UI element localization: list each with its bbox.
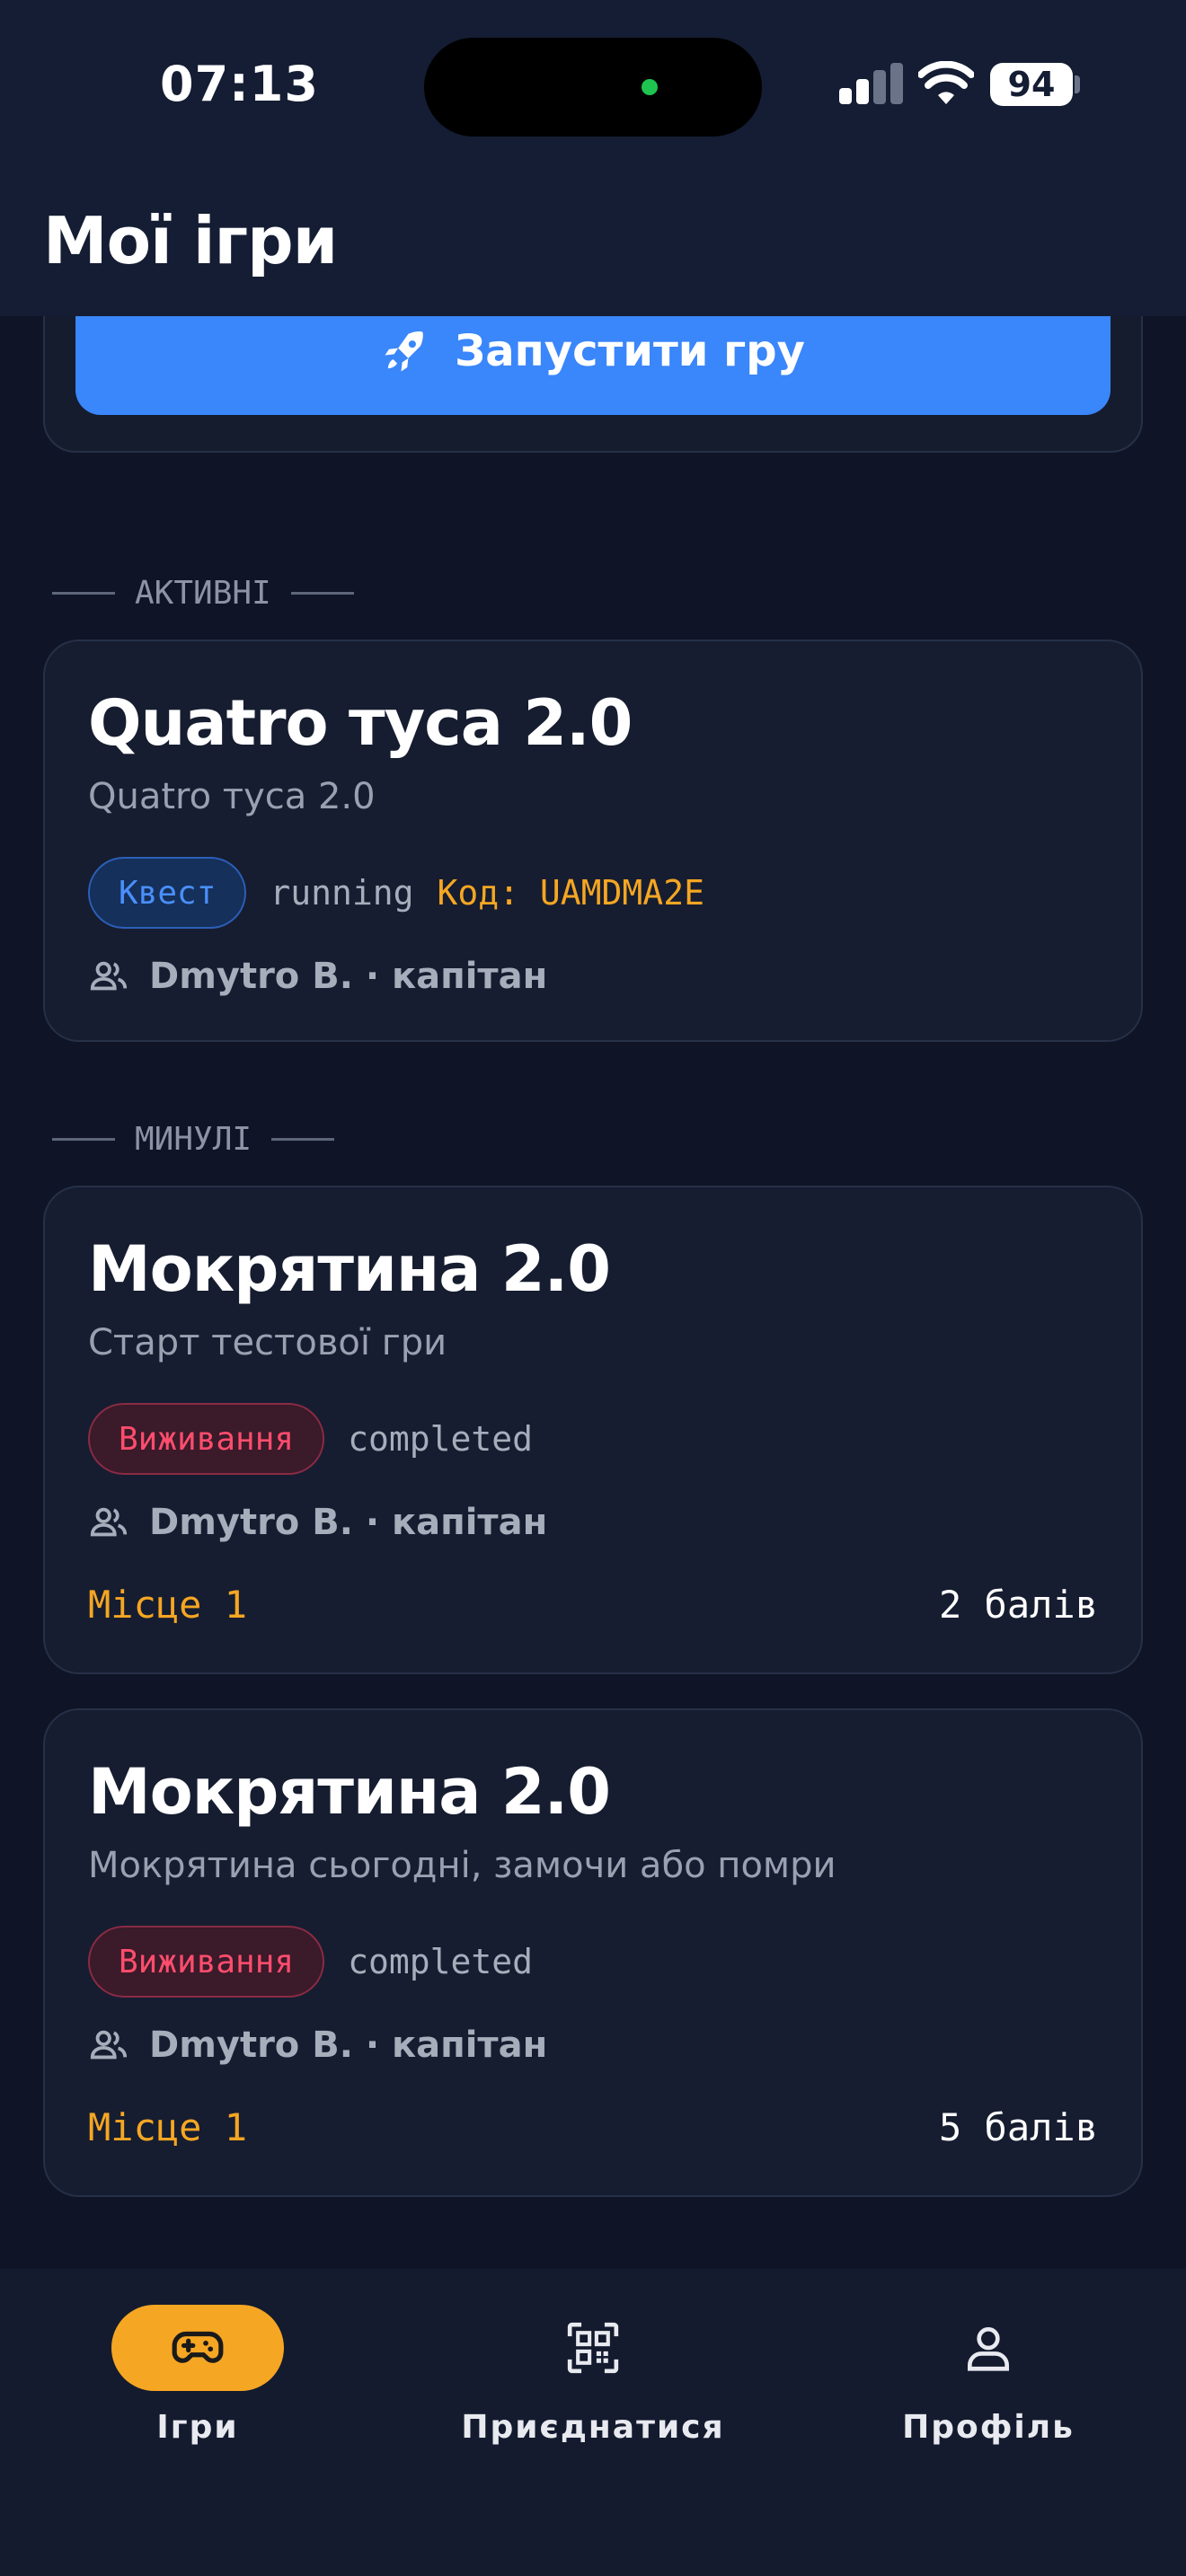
game-type-badge: Виживання xyxy=(88,1403,325,1475)
nav-active-pill xyxy=(111,2305,284,2391)
game-meta-row: Виживання completed xyxy=(88,1926,533,1998)
team-label: Dmytro B. · капітан xyxy=(149,1502,548,1543)
launch-game-label: Запустити гру xyxy=(455,326,805,376)
game-meta-row: Квест running Код: UAMDMA2E xyxy=(88,857,704,929)
game-card-past-1[interactable]: Мокрятина 2.0 Старт тестової гри Виживан… xyxy=(43,1186,1143,1674)
game-status: completed xyxy=(348,1419,533,1459)
bottom-navigation: Ігри Приєднатися Профіль xyxy=(0,2269,1186,2576)
nav-label-profile: Профіль xyxy=(902,2409,1075,2446)
qr-code-icon xyxy=(567,2322,619,2374)
nav-item-games[interactable]: Ігри xyxy=(45,2305,350,2466)
battery-icon xyxy=(1075,75,1080,93)
divider xyxy=(52,1138,115,1141)
battery-level: 94 xyxy=(990,63,1073,106)
gamepad-icon xyxy=(172,2331,224,2363)
wifi-icon xyxy=(918,61,974,104)
user-icon xyxy=(968,2327,1009,2371)
game-title: Quatro туса 2.0 xyxy=(88,686,633,760)
game-subtitle: Старт тестової гри xyxy=(88,1322,447,1363)
team-icon xyxy=(90,2030,128,2060)
section-title-active: АКТИВНІ xyxy=(135,575,271,612)
section-header-past: МИНУЛІ xyxy=(52,1121,335,1158)
game-code: Код: UAMDMA2E xyxy=(437,873,704,913)
nav-label-games: Ігри xyxy=(156,2409,239,2446)
divider xyxy=(290,592,354,595)
game-title: Мокрятина 2.0 xyxy=(88,1232,611,1306)
team-row: Dmytro B. · капітан xyxy=(88,954,547,999)
rocket-icon xyxy=(385,331,423,372)
divider xyxy=(52,592,115,595)
nav-icon-container xyxy=(507,2305,679,2391)
place-label: Місце 1 xyxy=(88,2105,248,2149)
dynamic-island xyxy=(424,38,762,137)
camera-indicator-dot xyxy=(642,79,658,95)
page-title: Мої ігри xyxy=(43,203,338,278)
game-meta-row: Виживання completed xyxy=(88,1403,533,1475)
game-status: completed xyxy=(348,1942,533,1981)
top-header: 07:13 94 Мої ігри xyxy=(0,0,1186,316)
team-label: Dmytro B. · капітан xyxy=(149,956,548,997)
game-type-badge: Виживання xyxy=(88,1926,325,1998)
game-subtitle: Quatro туса 2.0 xyxy=(88,776,376,817)
score-label: 5 балів xyxy=(938,2105,1098,2149)
game-title: Мокрятина 2.0 xyxy=(88,1755,611,1829)
section-header-active: АКТИВНІ xyxy=(52,575,354,612)
nav-label-join: Приєднатися xyxy=(461,2409,725,2446)
team-row: Dmytro B. · капітан xyxy=(88,2023,547,2068)
game-subtitle: Мокрятина сьогодні, замочи або помри xyxy=(88,1845,836,1886)
cellular-signal-icon xyxy=(839,63,904,104)
section-title-past: МИНУЛІ xyxy=(135,1121,252,1158)
team-label: Dmytro B. · капітан xyxy=(149,2025,548,2066)
team-row: Dmytro B. · капітан xyxy=(88,1500,547,1545)
place-label: Місце 1 xyxy=(88,1583,248,1627)
team-icon xyxy=(90,961,128,991)
status-time: 07:13 xyxy=(160,56,319,112)
score-label: 2 балів xyxy=(938,1583,1098,1627)
game-card-past-2[interactable]: Мокрятина 2.0 Мокрятина сьогодні, замочи… xyxy=(43,1708,1143,2197)
game-card-active[interactable]: Quatro туса 2.0 Quatro туса 2.0 Квест ru… xyxy=(43,640,1143,1042)
game-status: running xyxy=(270,873,414,913)
divider xyxy=(271,1138,335,1141)
team-icon xyxy=(90,1507,128,1537)
game-type-badge: Квест xyxy=(88,857,247,929)
nav-icon-container xyxy=(902,2305,1075,2391)
nav-item-join[interactable]: Приєднатися xyxy=(440,2305,746,2466)
nav-item-profile[interactable]: Профіль xyxy=(836,2305,1141,2466)
